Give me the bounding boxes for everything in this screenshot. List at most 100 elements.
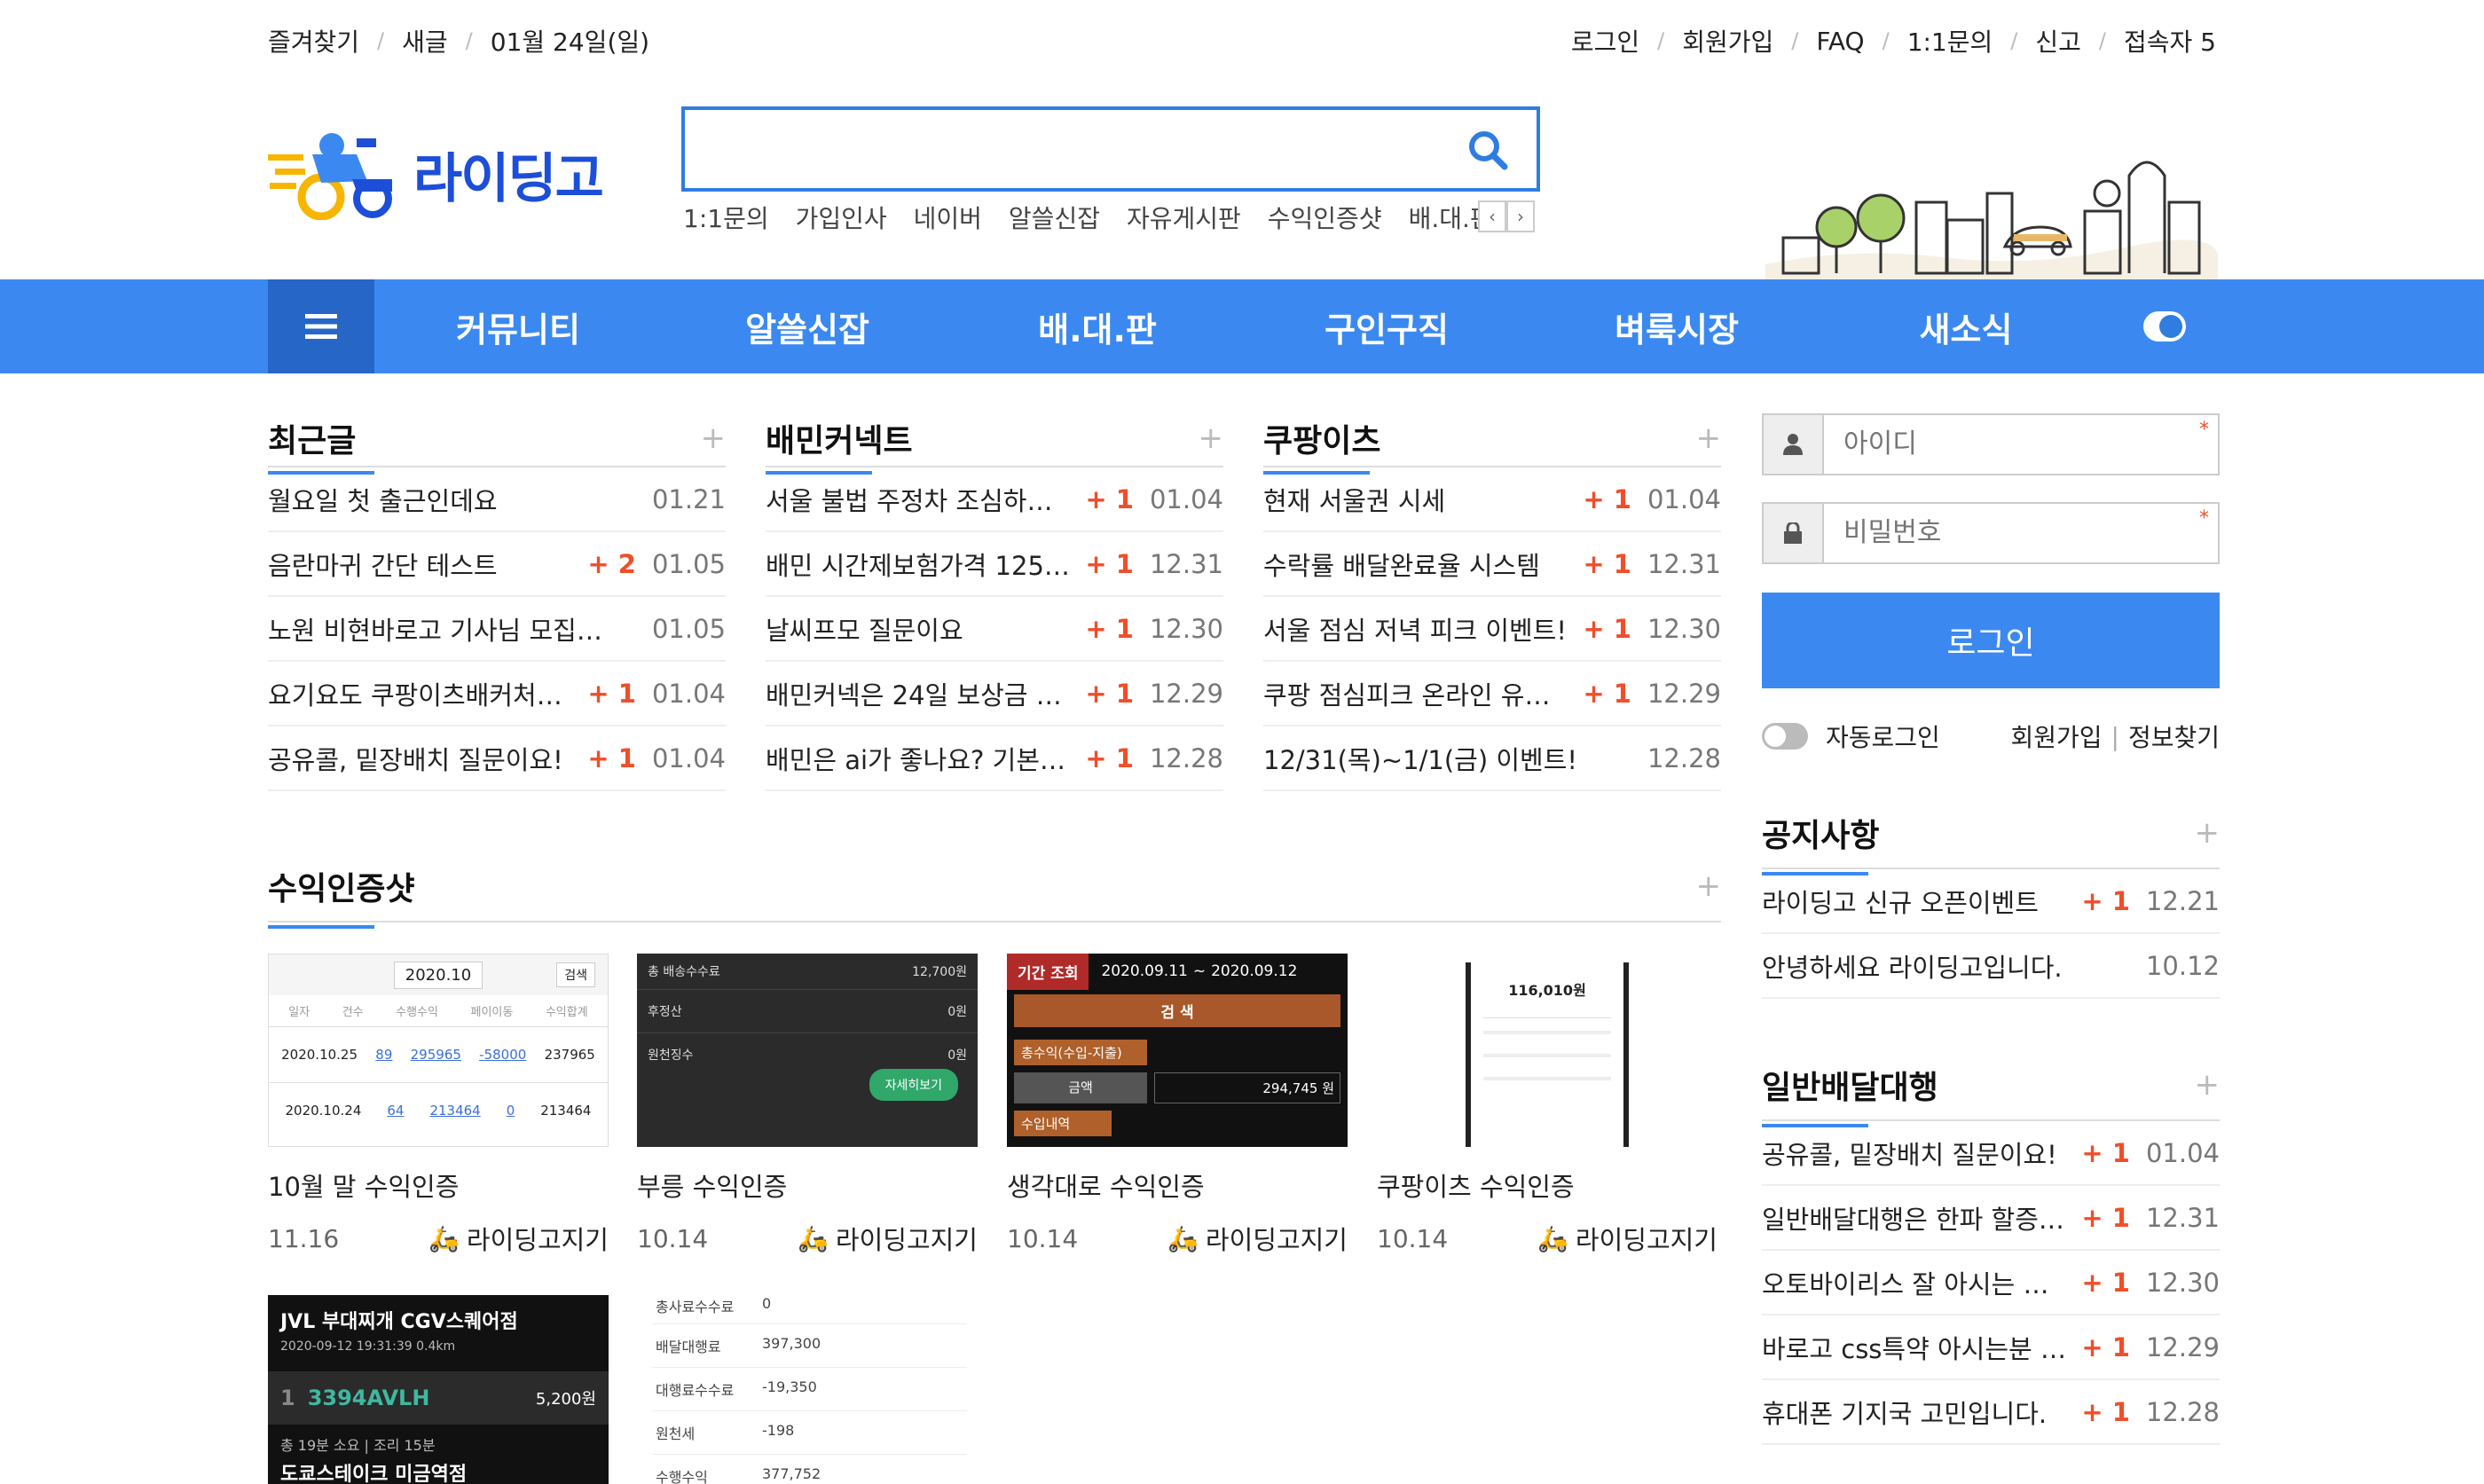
faq-link[interactable]: FAQ bbox=[1816, 27, 1864, 56]
nav-tips[interactable]: 알쓸신잡 bbox=[674, 279, 940, 373]
nav-baedaepan[interactable]: 배.대.판 bbox=[964, 279, 1230, 373]
card-author[interactable]: 🛵 라이딩고지기 bbox=[798, 1220, 978, 1257]
thumbnail-image[interactable]: 2020.10 검색 일자 건수 수행수익 페이이동 수익합계 2020.10.25 89… bbox=[268, 954, 609, 1147]
list-item[interactable]: 배민커넥은 24일 보상금 언제… + 1 12.29 bbox=[766, 662, 1223, 726]
post-title[interactable]: 음란마귀 간단 테스트 bbox=[268, 546, 573, 583]
signup-link[interactable]: 회원가입 bbox=[1682, 23, 1773, 59]
card-author[interactable]: 🛵 라이딩고지기 bbox=[1537, 1220, 1718, 1257]
more-plus-icon[interactable]: + bbox=[2195, 815, 2221, 851]
list-item[interactable]: 날씨프모 질문이요 + 1 12.30 bbox=[766, 597, 1223, 662]
list-item[interactable]: 배민은 ai가 좋나요? 기본이 … + 1 12.28 bbox=[766, 726, 1223, 791]
list-item[interactable]: 휴대폰 기지국 고민입니다. + 1 12.28 bbox=[1762, 1380, 2220, 1445]
list-item[interactable]: 쿠팡 점심피크 온라인 유지 해… + 1 12.29 bbox=[1263, 662, 1721, 726]
gallery-card[interactable]: 총사료수수료 0 배달대행료 397,300 대행료수수료 -19,350 원천세 -1… bbox=[652, 1288, 967, 1484]
bookmark-link[interactable]: 즐겨찾기 bbox=[268, 23, 359, 59]
post-title[interactable]: 바로고 css특약 아시는분 계신… bbox=[1762, 1329, 2067, 1366]
post-title[interactable]: 안녕하세요 라이딩고입니다. bbox=[1762, 947, 2116, 985]
password-input[interactable] bbox=[1824, 506, 2218, 560]
board-title[interactable]: 공지사항 bbox=[1762, 810, 1879, 875]
list-item[interactable]: 서울 점심 저녁 피크 이벤트! + 1 12.30 bbox=[1263, 597, 1721, 662]
gallery-card[interactable]: 기간 조회 2020.09.11 ~ 2020.09.12 검 색 총수익(수입… bbox=[1007, 954, 1348, 1257]
nav-market[interactable]: 벼룩시장 bbox=[1544, 279, 1810, 373]
post-title[interactable]: 공유콜, 밑장배치 질문이요! bbox=[1762, 1135, 2067, 1172]
post-title[interactable]: 날씨프모 질문이요 bbox=[766, 610, 1071, 648]
card-title[interactable]: 10월 말 수익인증 bbox=[268, 1166, 609, 1204]
list-item[interactable]: 공유콜, 밑장배치 질문이요! + 1 01.04 bbox=[1762, 1121, 2220, 1186]
more-plus-icon[interactable]: + bbox=[701, 420, 727, 456]
post-title[interactable]: 공유콜, 밑장배치 질문이요! bbox=[268, 740, 573, 777]
list-item[interactable]: 음란마귀 간단 테스트 + 2 01.05 bbox=[268, 532, 726, 597]
board-title[interactable]: 쿠팡이츠 bbox=[1263, 415, 1380, 475]
post-title[interactable]: 노원 비현바로고 기사님 모집합니다 bbox=[268, 610, 622, 648]
inquiry-link[interactable]: 1:1문의 bbox=[1907, 23, 1993, 59]
thumbnail-image[interactable]: 116,010원 bbox=[1377, 954, 1718, 1147]
post-title[interactable]: 12/31(목)~1/1(금) 이벤트! bbox=[1263, 740, 1617, 777]
list-item[interactable]: 일반배달대행은 한파 할증 없… + 1 12.31 bbox=[1762, 1186, 2220, 1251]
search-input[interactable] bbox=[685, 110, 1466, 188]
chevron-right-icon[interactable]: › bbox=[1506, 200, 1535, 232]
tag-item[interactable]: 1:1문의 bbox=[683, 200, 769, 235]
list-item[interactable]: 12/31(목)~1/1(금) 이벤트! 12.28 bbox=[1263, 726, 1721, 791]
auto-login[interactable]: 자동로그인 bbox=[1762, 718, 1940, 754]
post-title[interactable]: 배민은 ai가 좋나요? 기본이 … bbox=[766, 740, 1071, 777]
board-title[interactable]: 수익인증샷 bbox=[268, 863, 415, 929]
list-item[interactable]: 서울 불법 주정차 조심하세요 + 1 01.04 bbox=[766, 467, 1223, 532]
post-title[interactable]: 현재 서울권 시세 bbox=[1263, 481, 1568, 518]
chevron-left-icon[interactable]: ‹ bbox=[1478, 200, 1506, 232]
post-title[interactable]: 수락률 배달완료율 시스템 bbox=[1263, 546, 1568, 583]
more-plus-icon[interactable]: + bbox=[1696, 868, 1722, 904]
thumbnail-image[interactable]: 총사료수수료 0 배달대행료 397,300 대행료수수료 -19,350 원천세 -1… bbox=[652, 1288, 967, 1484]
gallery-card[interactable]: 총 배송수수료 12,700원 후정산 0원 원천징수 0원 자세히보기 부릉 수익인… bbox=[637, 954, 978, 1257]
post-title[interactable]: 서울 점심 저녁 피크 이벤트! bbox=[1263, 610, 1568, 648]
board-title[interactable]: 일반배달대행 bbox=[1762, 1062, 1938, 1127]
card-title[interactable]: 부릉 수익인증 bbox=[637, 1166, 978, 1204]
gallery-card[interactable]: 116,010원 쿠팡이츠 수익인증 10.14 🛵 라이딩고지기 bbox=[1377, 954, 1718, 1257]
more-plus-icon[interactable]: + bbox=[1696, 420, 1722, 456]
list-item[interactable]: 현재 서울권 시세 + 1 01.04 bbox=[1263, 467, 1721, 532]
tag-item[interactable]: 수익인증샷 bbox=[1268, 200, 1382, 235]
post-title[interactable]: 배민 시간제보험가격 125cc랑 … bbox=[766, 546, 1071, 583]
list-item[interactable]: 안녕하세요 라이딩고입니다. 10.12 bbox=[1762, 934, 2220, 999]
post-title[interactable]: 라이딩고 신규 오픈이벤트 bbox=[1762, 883, 2067, 920]
more-plus-icon[interactable]: + bbox=[1199, 420, 1224, 456]
list-item[interactable]: 요기요도 쿠팡이츠배커처럼 … + 1 01.04 bbox=[268, 662, 726, 726]
list-item[interactable]: 라이딩고 신규 오픈이벤트 + 1 12.21 bbox=[1762, 869, 2220, 934]
post-title[interactable]: 서울 불법 주정차 조심하세요 bbox=[766, 481, 1071, 518]
tag-item[interactable]: 자유게시판 bbox=[1127, 200, 1241, 235]
login-button[interactable]: 로그인 bbox=[1762, 593, 2220, 688]
list-item[interactable]: 월요일 첫 출근인데요 01.21 bbox=[268, 467, 726, 532]
post-title[interactable]: 배민커넥은 24일 보상금 언제… bbox=[766, 675, 1071, 712]
gallery-card[interactable]: JVL 부대찌개 CGV스퀘어점 2020-09-12 19:31:39 0.4… bbox=[268, 1295, 609, 1484]
visitor-count[interactable]: 접속자 5 bbox=[2124, 23, 2216, 59]
post-title[interactable]: 일반배달대행은 한파 할증 없… bbox=[1762, 1199, 2067, 1237]
post-title[interactable]: 요기요도 쿠팡이츠배커처럼 … bbox=[268, 675, 573, 712]
post-title[interactable]: 쿠팡 점심피크 온라인 유지 해… bbox=[1263, 675, 1568, 712]
thumbnail-image[interactable]: 기간 조회 2020.09.11 ~ 2020.09.12 검 색 총수익(수입… bbox=[1007, 954, 1348, 1147]
list-item[interactable]: 수락률 배달완료율 시스템 + 1 12.31 bbox=[1263, 532, 1721, 597]
list-item[interactable]: 공유콜, 밑장배치 질문이요! + 1 01.04 bbox=[268, 726, 726, 791]
theme-toggle[interactable] bbox=[2143, 311, 2186, 342]
nav-jobs[interactable]: 구인구직 bbox=[1254, 279, 1520, 373]
post-title[interactable]: 월요일 첫 출근인데요 bbox=[268, 481, 622, 518]
card-title[interactable]: 쿠팡이츠 수익인증 bbox=[1377, 1166, 1718, 1204]
login-link[interactable]: 로그인 bbox=[1571, 23, 1639, 59]
list-item[interactable]: 배민 시간제보험가격 125cc랑 … + 1 12.31 bbox=[766, 532, 1223, 597]
more-plus-icon[interactable]: + bbox=[2195, 1067, 2221, 1103]
board-title[interactable]: 최근글 bbox=[268, 415, 374, 475]
new-posts-link[interactable]: 새글 bbox=[402, 23, 448, 59]
thumbnail-image[interactable]: 총 배송수수료 12,700원 후정산 0원 원천징수 0원 자세히보기 bbox=[637, 954, 978, 1147]
search-icon[interactable] bbox=[1466, 128, 1510, 172]
post-title[interactable]: 오토바이리스 잘 아시는 분들 … bbox=[1762, 1264, 2067, 1301]
auto-login-switch[interactable] bbox=[1762, 723, 1808, 750]
join-link[interactable]: 회원가입 bbox=[2010, 718, 2102, 754]
list-item[interactable]: 오토바이리스 잘 아시는 분들 … + 1 12.30 bbox=[1762, 1251, 2220, 1315]
site-logo[interactable]: 라이딩고 bbox=[268, 121, 641, 227]
report-link[interactable]: 신고 bbox=[2035, 23, 2081, 59]
menu-button[interactable] bbox=[268, 279, 374, 373]
tag-item[interactable]: 가입인사 bbox=[796, 200, 887, 235]
post-title[interactable]: 휴대폰 기지국 고민입니다. bbox=[1762, 1394, 2067, 1431]
list-item[interactable]: 바로고 css특약 아시는분 계신… + 1 12.29 bbox=[1762, 1315, 2220, 1380]
tag-item[interactable]: 알쓸신잡 bbox=[1009, 200, 1100, 235]
nav-news[interactable]: 새소식 bbox=[1833, 279, 2099, 373]
board-title[interactable]: 배민커넥트 bbox=[766, 415, 913, 475]
